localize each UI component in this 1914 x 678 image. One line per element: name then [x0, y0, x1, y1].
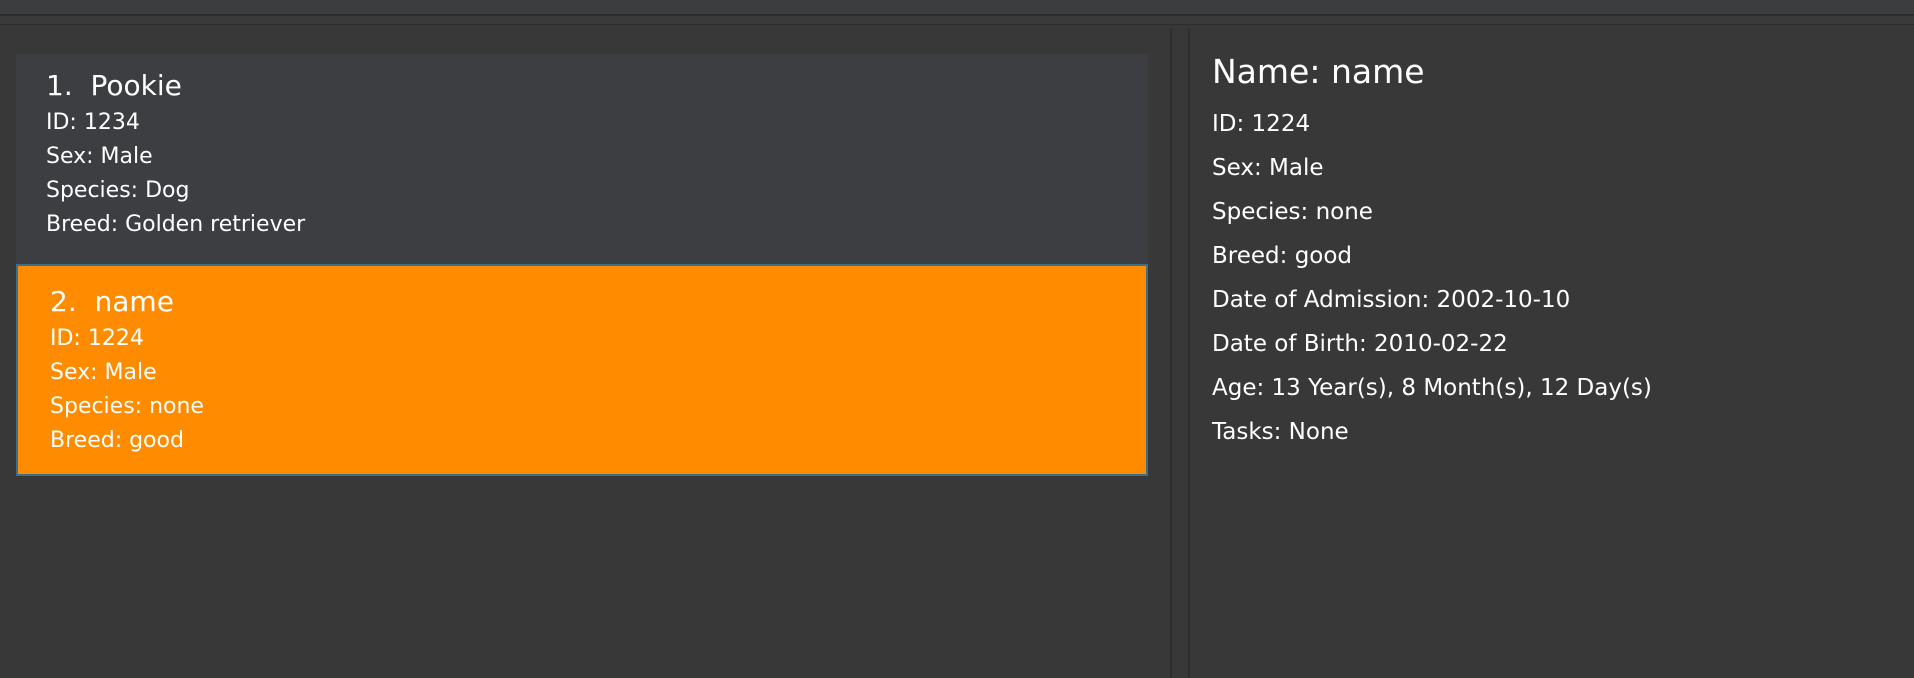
pet-card-id: ID: 1234	[46, 110, 140, 135]
pet-card-index: 2.	[50, 285, 77, 318]
pet-card-index: 1.	[46, 69, 73, 102]
pet-card-breed: Breed: good	[50, 428, 184, 453]
pet-card-species: Species: Dog	[46, 178, 190, 203]
toolbar-strip	[0, 16, 1914, 25]
pet-card-breed: Breed: Golden retriever	[46, 212, 306, 237]
pet-card-sex: Sex: Male	[46, 144, 153, 169]
detail-birth-date: Date of Birth: 2010-02-22	[1212, 331, 1508, 357]
detail-tasks: Tasks: None	[1212, 419, 1349, 445]
detail-species: Species: none	[1212, 199, 1373, 225]
pet-card-id: ID: 1224	[50, 326, 144, 351]
detail-sex: Sex: Male	[1212, 155, 1324, 181]
pet-card-pookie[interactable]: 1. Pookie ID: 1234 Sex: Male Species: Do…	[16, 54, 1148, 264]
detail-breed: Breed: good	[1212, 243, 1353, 269]
detail-age: Age: 13 Year(s), 8 Month(s), 12 Day(s)	[1212, 375, 1652, 401]
menu-bar	[0, 0, 1914, 16]
pet-card-sex: Sex: Male	[50, 360, 157, 385]
pet-card-name: name	[94, 285, 174, 318]
pet-card-name: Pookie	[90, 69, 182, 102]
divider-line-left	[1170, 28, 1172, 678]
pet-detail-panel: Name: name ID: 1224 Sex: Male Species: n…	[1192, 28, 1914, 678]
detail-name: Name: name	[1212, 52, 1425, 91]
detail-admission-date: Date of Admission: 2002-10-10	[1212, 287, 1571, 313]
pet-detail: Name: name ID: 1224 Sex: Male Species: n…	[1212, 52, 1652, 454]
pet-list-panel: 1. Pookie ID: 1234 Sex: Male Species: Do…	[0, 28, 1170, 678]
detail-id: ID: 1224	[1212, 111, 1311, 137]
pet-card-name-selected[interactable]: 2. name ID: 1224 Sex: Male Species: none…	[16, 264, 1148, 476]
pet-card-title: 2. name	[50, 286, 1146, 318]
pet-card-species: Species: none	[50, 394, 204, 419]
split-pane-divider[interactable]	[1170, 28, 1190, 678]
divider-line-right	[1188, 28, 1190, 678]
pet-card-title: 1. Pookie	[46, 70, 1148, 102]
